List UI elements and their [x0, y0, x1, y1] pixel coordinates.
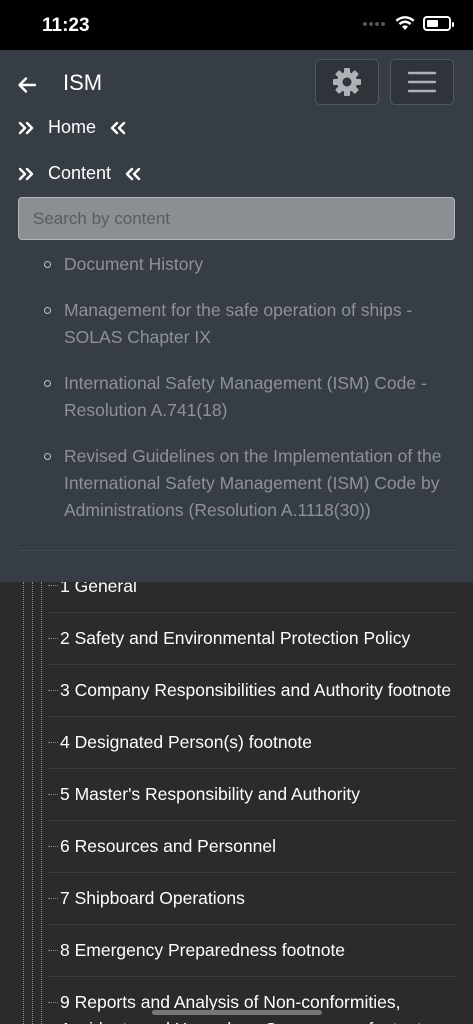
- status-bar: 11:23: [0, 0, 473, 50]
- wifi-icon: [395, 16, 415, 30]
- breadcrumb-home[interactable]: Home: [18, 117, 126, 138]
- home-link[interactable]: Home: [48, 117, 96, 138]
- bullet-icon: [44, 261, 51, 268]
- toc-item-7[interactable]: 7 Shipboard Operations: [48, 873, 456, 925]
- toc-tree-guides: [20, 582, 50, 1024]
- settings-button[interactable]: [315, 59, 379, 105]
- toc-item-3[interactable]: 3 Company Responsibilities and Authority…: [48, 665, 456, 717]
- gear-icon: [333, 68, 361, 96]
- content-link[interactable]: Content: [48, 163, 111, 184]
- chevrons-left-icon[interactable]: [110, 121, 126, 135]
- hamburger-icon: [407, 71, 437, 93]
- bullet-icon: [44, 453, 51, 460]
- toc-list: 1 General 2 Safety and Environmental Pro…: [48, 576, 456, 1024]
- home-indicator[interactable]: [152, 1010, 322, 1015]
- status-time: 11:23: [42, 15, 90, 36]
- bullet-icon: [44, 307, 51, 314]
- chevrons-right-icon: [18, 167, 34, 180]
- menu-button[interactable]: [390, 59, 454, 105]
- content-item-solas[interactable]: Management for the safe operation of shi…: [42, 297, 462, 351]
- toc-item-5[interactable]: 5 Master's Responsibility and Authority: [48, 769, 456, 821]
- battery-icon: [423, 16, 454, 31]
- content-item-label[interactable]: Revised Guidelines on the Implementation…: [64, 446, 441, 520]
- content-item-revised-guidelines[interactable]: Revised Guidelines on the Implementation…: [42, 443, 462, 524]
- content-item-document-history[interactable]: Document History: [42, 251, 462, 278]
- signal-icon: [363, 21, 385, 26]
- content-item-label[interactable]: Management for the safe operation of shi…: [64, 300, 412, 347]
- toc-item-2[interactable]: 2 Safety and Environmental Protection Po…: [48, 613, 456, 665]
- chevrons-right-icon: [18, 121, 34, 134]
- toc-item-9[interactable]: 9 Reports and Analysis of Non-conformiti…: [48, 977, 456, 1024]
- page-title: ISM: [63, 70, 103, 95]
- breadcrumb-content[interactable]: Content: [18, 163, 141, 184]
- content-item-label[interactable]: Document History: [64, 254, 203, 274]
- content-item-ism-code[interactable]: International Safety Management (ISM) Co…: [42, 370, 462, 424]
- search-field[interactable]: [18, 197, 455, 240]
- bullet-icon: [44, 380, 51, 387]
- content-list: Document History Management for the safe…: [42, 251, 462, 543]
- content-item-label[interactable]: International Safety Management (ISM) Co…: [64, 373, 427, 420]
- toc-item-4[interactable]: 4 Designated Person(s) footnote: [48, 717, 456, 769]
- panel-divider: [18, 550, 455, 551]
- toc-item-8[interactable]: 8 Emergency Preparedness footnote: [48, 925, 456, 977]
- status-icons: [363, 16, 454, 31]
- toc-item-6[interactable]: 6 Resources and Personnel: [48, 821, 456, 873]
- chevrons-left-icon[interactable]: [125, 167, 141, 181]
- search-input[interactable]: [33, 209, 440, 229]
- arrow-left-icon[interactable]: [16, 74, 38, 96]
